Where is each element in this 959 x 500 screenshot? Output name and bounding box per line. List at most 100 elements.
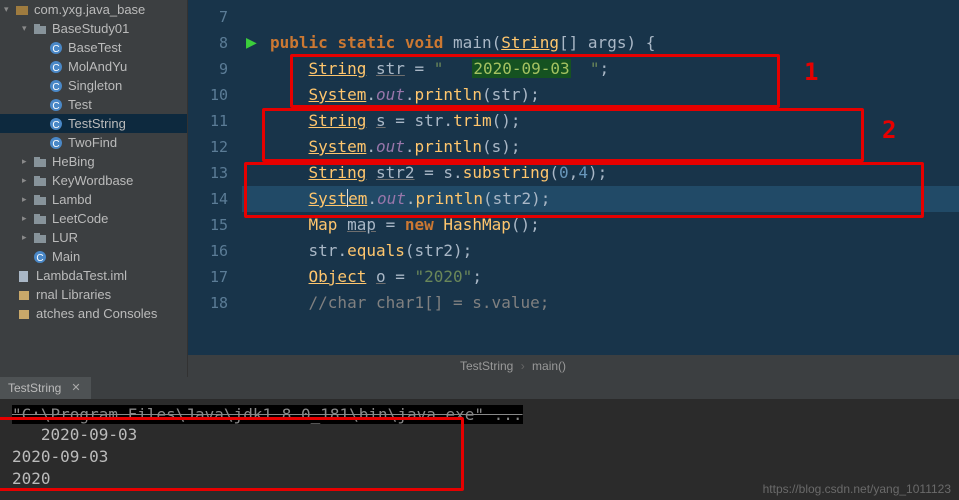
svg-text:C: C xyxy=(52,82,59,93)
tree-label: BaseStudy01 xyxy=(52,21,129,36)
tree-item-lambd[interactable]: ▸ Lambd xyxy=(0,190,187,209)
code-line[interactable]: String str2 = s.substring(0,4); xyxy=(242,160,959,186)
tree-label: TestString xyxy=(68,116,126,131)
line-number: 15 xyxy=(188,212,242,238)
line-number: 11 xyxy=(188,108,242,134)
svg-text:C: C xyxy=(36,253,43,264)
svg-text:C: C xyxy=(52,101,59,112)
code-area[interactable]: 1 2 public static void main(String[] arg… xyxy=(242,0,959,355)
code-line[interactable]: String str = " 2020-09-03 "; xyxy=(242,56,959,82)
chevron-down-icon: ▾ xyxy=(4,4,14,15)
project-tree[interactable]: ▾ com.yxg.java_base ▾BaseStudy01CBaseTes… xyxy=(0,0,188,377)
chevron-icon: ▸ xyxy=(22,156,32,167)
run-tab-label: TestString xyxy=(8,377,61,399)
line-number: 8 xyxy=(188,30,242,56)
tree-label: HeBing xyxy=(52,154,95,169)
line-number: 9 xyxy=(188,56,242,82)
chevron-icon: ▸ xyxy=(22,213,32,224)
tree-label: LUR xyxy=(52,230,78,245)
class-icon: C xyxy=(32,249,48,265)
code-line[interactable]: str.equals(str2); xyxy=(242,238,959,264)
tree-item-atches-and-consoles[interactable]: atches and Consoles xyxy=(0,304,187,323)
tree-item-molandyu[interactable]: C MolAndYu xyxy=(0,57,187,76)
class-icon: C xyxy=(48,116,64,132)
folder-icon xyxy=(32,211,48,227)
close-icon[interactable]: ✕ xyxy=(71,377,80,399)
class-icon: C xyxy=(48,97,64,113)
tree-item-basetest[interactable]: CBaseTest xyxy=(0,38,187,57)
tree-item-lur[interactable]: ▸ LUR xyxy=(0,228,187,247)
tree-item-leetcode[interactable]: ▸ LeetCode xyxy=(0,209,187,228)
scratch-icon xyxy=(16,306,32,322)
code-line[interactable]: System.out.println(s); xyxy=(242,134,959,160)
svg-text:C: C xyxy=(52,44,59,55)
tree-label: Main xyxy=(52,249,80,264)
console-line: 2020-09-03 xyxy=(12,424,947,446)
code-line[interactable]: System.out.println(str); xyxy=(242,82,959,108)
tree-item-basestudy01[interactable]: ▾BaseStudy01 xyxy=(0,19,187,38)
line-number: 17 xyxy=(188,264,242,290)
tree-item-main[interactable]: C Main xyxy=(0,247,187,266)
line-number: 16 xyxy=(188,238,242,264)
tree-item-test[interactable]: C Test xyxy=(0,95,187,114)
tree-item-keywordbase[interactable]: ▸KeyWordbase xyxy=(0,171,187,190)
tree-label: KeyWordbase xyxy=(52,173,133,188)
line-number: 14 xyxy=(188,186,242,212)
file-icon xyxy=(16,268,32,284)
code-line[interactable]: public static void main(String[] args) { xyxy=(242,30,959,56)
svg-text:C: C xyxy=(52,63,59,74)
svg-text:C: C xyxy=(52,139,59,150)
code-line[interactable]: System.out.println(str2); xyxy=(242,186,959,212)
editor[interactable]: ▶ 789101112131415161718 1 2 public stati… xyxy=(188,0,959,377)
chevron-icon: ▸ xyxy=(22,232,32,243)
code-line[interactable]: String s = str.trim(); xyxy=(242,108,959,134)
class-icon: C xyxy=(48,59,64,75)
chevron-right-icon: › xyxy=(521,359,525,373)
line-number: 13 xyxy=(188,160,242,186)
console-line: 2020-09-03 xyxy=(12,446,947,468)
tree-item-teststring[interactable]: C TestString xyxy=(0,114,187,133)
class-icon: C xyxy=(48,135,64,151)
tree-item-hebing[interactable]: ▸ HeBing xyxy=(0,152,187,171)
tree-item-twofind[interactable]: C TwoFind xyxy=(0,133,187,152)
tree-item-rnal-libraries[interactable]: rnal Libraries xyxy=(0,285,187,304)
watermark: https://blog.csdn.net/yang_1011123 xyxy=(763,482,951,496)
tree-label: Singleton xyxy=(68,78,122,93)
run-tab[interactable]: TestString ✕ xyxy=(0,377,91,399)
folder-icon xyxy=(32,192,48,208)
svg-text:C: C xyxy=(52,120,59,131)
console-command: "C:\Program Files\Java\jdk1.8.0_181\bin\… xyxy=(12,405,523,424)
tree-label: TwoFind xyxy=(68,135,117,150)
tree-label: MolAndYu xyxy=(68,59,127,74)
code-line[interactable]: Object o = "2020"; xyxy=(242,264,959,290)
tree-item-lambdatest-iml[interactable]: LambdaTest.iml xyxy=(0,266,187,285)
lib-icon xyxy=(16,287,32,303)
tree-label: LambdaTest.iml xyxy=(36,268,127,283)
breadcrumb[interactable]: TestString › main() xyxy=(188,355,959,377)
run-tabs[interactable]: TestString ✕ xyxy=(0,377,959,399)
class-icon: C xyxy=(48,40,64,56)
code-line[interactable] xyxy=(242,4,959,30)
tree-label: rnal Libraries xyxy=(36,287,111,302)
line-number: 12 xyxy=(188,134,242,160)
folder-icon xyxy=(32,21,48,37)
folder-icon xyxy=(32,173,48,189)
tree-label: com.yxg.java_base xyxy=(34,2,145,17)
breadcrumb-item[interactable]: main() xyxy=(532,359,566,373)
code-line[interactable]: //char char1[] = s.value; xyxy=(242,290,959,316)
line-number: 10 xyxy=(188,82,242,108)
line-gutter: 789101112131415161718 xyxy=(188,0,242,355)
package-icon xyxy=(14,2,30,18)
breadcrumb-item[interactable]: TestString xyxy=(460,359,513,373)
tree-package[interactable]: ▾ com.yxg.java_base xyxy=(0,0,187,19)
chevron-icon: ▸ xyxy=(22,194,32,205)
annotation-number-2: 2 xyxy=(882,116,896,144)
class-icon: C xyxy=(48,78,64,94)
folder-icon xyxy=(32,154,48,170)
code-line[interactable]: Map map = new HashMap(); xyxy=(242,212,959,238)
tree-label: Test xyxy=(68,97,92,112)
tree-label: LeetCode xyxy=(52,211,108,226)
line-number: 18 xyxy=(188,290,242,316)
tree-item-singleton[interactable]: C Singleton xyxy=(0,76,187,95)
tree-label: Lambd xyxy=(52,192,92,207)
